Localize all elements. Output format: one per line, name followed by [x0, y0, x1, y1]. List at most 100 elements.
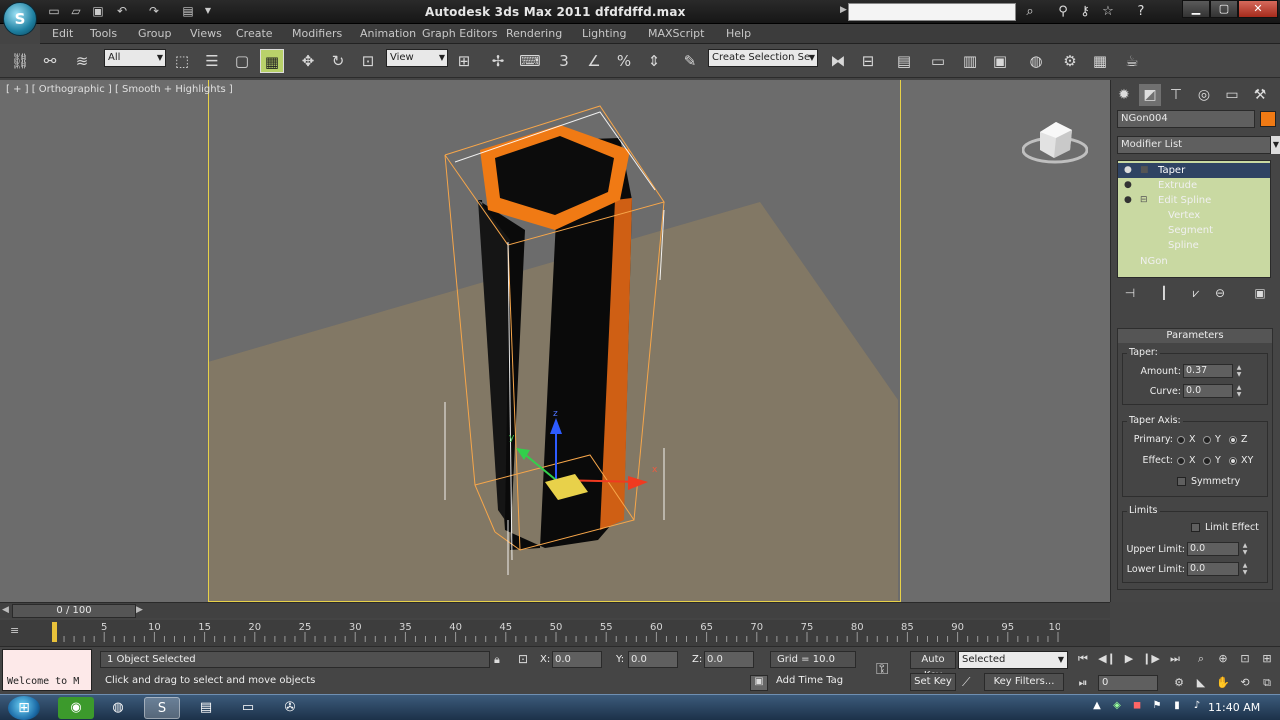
remove-modifier-icon[interactable]: ⊖ — [1211, 286, 1229, 302]
app-logo-icon[interactable]: S — [3, 2, 37, 36]
time-slider-thumb[interactable]: 0 / 100 — [12, 604, 136, 618]
start-button[interactable]: ⊞ — [8, 696, 40, 720]
menu-graph-editors[interactable]: Graph Editors — [422, 27, 498, 40]
maximize-viewport-icon[interactable]: ⧉ — [1256, 675, 1278, 691]
stack-subitem-segment[interactable]: Segment — [1118, 223, 1270, 238]
mini-curve-editor-icon[interactable]: ≡ — [10, 624, 32, 640]
spinner-snap-icon[interactable]: ⇕ — [642, 49, 666, 73]
auto-key-button[interactable]: Auto Key — [910, 651, 956, 681]
menu-modifiers[interactable]: Modifiers — [292, 27, 342, 40]
current-frame-field[interactable]: 0 — [1098, 675, 1158, 691]
search-expand-icon[interactable]: ▶ — [840, 5, 847, 15]
tray-expand-icon[interactable]: ▲ — [1090, 700, 1104, 714]
time-slider-prev-icon[interactable]: ◀ — [2, 605, 9, 615]
menu-create[interactable]: Create — [236, 27, 273, 40]
volume-tray-icon[interactable]: ♪ — [1190, 700, 1204, 714]
spinner-arrows-icon[interactable]: ▲ ▼ — [1241, 562, 1249, 576]
curve-spinner[interactable]: 0.0 — [1183, 384, 1233, 398]
subscription-icon[interactable]: ⚷ — [1076, 3, 1094, 21]
menu-rendering[interactable]: Rendering — [506, 27, 562, 40]
firefox-icon[interactable]: ◍ — [100, 697, 136, 719]
spinner-arrows-icon[interactable]: ▲ ▼ — [1235, 364, 1243, 378]
pivot-point-center-icon[interactable]: ⊞ — [452, 49, 476, 73]
zoom-icon[interactable]: ⌕ — [1190, 651, 1212, 667]
maximize-button[interactable]: ▢ — [1210, 0, 1238, 18]
key-tangent-icon[interactable]: ⟋ — [962, 675, 970, 690]
select-and-scale-icon[interactable]: ⊡ — [356, 49, 380, 73]
hierarchy-tab-icon[interactable]: ⊤ — [1165, 84, 1187, 106]
percent-snap-icon[interactable]: % — [612, 49, 636, 73]
curve-editor-icon[interactable]: ▥ — [958, 49, 982, 73]
open-file-icon[interactable]: ▱ — [68, 4, 84, 18]
word-icon[interactable]: ▤ — [188, 697, 224, 719]
set-key-button[interactable]: Set Key — [910, 673, 956, 691]
object-color-swatch[interactable] — [1260, 111, 1276, 127]
show-end-result-icon[interactable]: ┃ — [1155, 286, 1173, 302]
select-and-rotate-icon[interactable]: ↻ — [326, 49, 350, 73]
modify-tab-icon[interactable]: ◩ — [1139, 84, 1161, 106]
redo-icon[interactable]: ↷ — [146, 4, 162, 18]
select-by-name-icon[interactable]: ☰ — [200, 49, 224, 73]
reference-coordinate-dropdown[interactable]: View ▼ — [386, 49, 448, 67]
effect-x-radio[interactable] — [1177, 457, 1185, 465]
schematic-view-icon[interactable]: ▣ — [988, 49, 1012, 73]
named-selection-sets-dropdown[interactable]: Create Selection Se ▼ — [708, 49, 818, 67]
x-coordinate-field[interactable]: 0.0 — [552, 651, 602, 668]
time-configuration-icon[interactable]: ⚙ — [1168, 675, 1190, 691]
stack-item-extrude[interactable]: ● Extrude — [1118, 178, 1270, 193]
make-unique-icon[interactable]: ⩗ — [1187, 286, 1205, 302]
stack-subitem-vertex[interactable]: Vertex — [1118, 208, 1270, 223]
menu-views[interactable]: Views — [190, 27, 222, 40]
upper-limit-spinner[interactable]: 0.0 — [1187, 542, 1239, 556]
new-file-icon[interactable]: ▭ — [46, 4, 62, 18]
select-object-icon[interactable]: ⬚ — [170, 49, 194, 73]
symmetry-checkbox[interactable] — [1177, 477, 1186, 486]
menu-tools[interactable]: Tools — [90, 27, 117, 40]
binoculars-icon[interactable]: ⌕ — [1021, 3, 1039, 21]
lightbulb-icon[interactable]: ● — [1124, 178, 1134, 193]
snaps-toggle-icon[interactable]: 3 — [552, 49, 576, 73]
modifier-list-dropdown[interactable]: Modifier List — [1117, 136, 1271, 154]
antivirus-tray-icon[interactable]: ◼ — [1130, 700, 1144, 714]
flag-tray-icon[interactable]: ⚑ — [1150, 700, 1164, 714]
z-coordinate-field[interactable]: 0.0 — [704, 651, 754, 668]
key-filters-button[interactable]: Key Filters... — [984, 673, 1064, 691]
bind-to-space-warp-icon[interactable]: ≋ — [70, 49, 94, 73]
viewport-label-menu[interactable]: [ + ] [ Orthographic ] [ Smooth + Highli… — [6, 84, 233, 95]
viewcube-icon[interactable] — [1022, 112, 1088, 168]
render-setup-icon[interactable]: ⚙ — [1058, 49, 1082, 73]
keyboard-shortcut-override-icon[interactable]: ⌨ — [518, 49, 542, 73]
3ds-max-taskbar-icon[interactable]: S — [144, 697, 180, 719]
menu-maxscript[interactable]: MAXScript — [648, 27, 704, 40]
selection-filter-dropdown[interactable]: All ▼ — [104, 49, 166, 67]
lightbulb-icon[interactable]: ● — [1124, 193, 1134, 208]
quick-access-dropdown-icon[interactable]: ▼ — [200, 4, 216, 18]
motion-tab-icon[interactable]: ◎ — [1193, 84, 1215, 106]
select-and-manipulate-icon[interactable]: ✢ — [486, 49, 510, 73]
object-name-field[interactable]: NGon004 — [1117, 110, 1255, 128]
menu-help[interactable]: Help — [726, 27, 751, 40]
save-file-icon[interactable]: ▣ — [90, 4, 106, 18]
media-player-icon[interactable]: ✇ — [272, 697, 308, 719]
utilities-tab-icon[interactable]: ⚒ — [1249, 84, 1271, 106]
y-coordinate-field[interactable]: 0.0 — [628, 651, 678, 668]
menu-group[interactable]: Group — [138, 27, 172, 40]
layer-manager-icon[interactable]: ▤ — [892, 49, 916, 73]
display-tab-icon[interactable]: ▭ — [1221, 84, 1243, 106]
mirror-icon[interactable]: ⧓ — [826, 49, 850, 73]
chevron-down-icon[interactable]: ▼ — [1271, 136, 1280, 154]
lightbulb-icon[interactable]: ● — [1124, 163, 1134, 178]
align-icon[interactable]: ⊟ — [856, 49, 880, 73]
effect-y-radio[interactable] — [1203, 457, 1211, 465]
primary-x-radio[interactable] — [1177, 436, 1185, 444]
time-slider-next-icon[interactable]: ▶ — [136, 605, 143, 615]
window-crossing-icon[interactable]: ▦ — [260, 49, 284, 73]
power-tray-icon[interactable]: ▮ — [1170, 700, 1184, 714]
stack-item-edit-spline[interactable]: ● ⊟ Edit Spline — [1118, 193, 1270, 208]
utorrent-icon[interactable]: ◉ — [58, 697, 94, 719]
expand-minus-icon[interactable]: ⊟ — [1140, 193, 1148, 208]
edit-named-selection-icon[interactable]: ✎ — [678, 49, 702, 73]
help-icon[interactable]: ? — [1132, 3, 1150, 21]
go-to-end-icon[interactable]: ⏭ — [1164, 651, 1186, 667]
zoom-extents-icon[interactable]: ⊡ — [1234, 651, 1256, 667]
